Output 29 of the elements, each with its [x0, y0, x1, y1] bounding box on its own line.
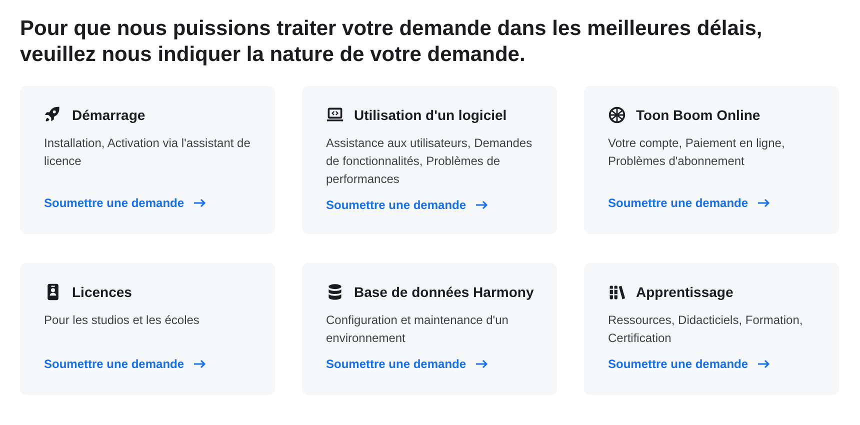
card-description: Assistance aux utilisateurs, Demandes de fonctionnalités, Problèmes de performances	[326, 135, 533, 188]
rocket-icon	[44, 106, 62, 124]
arrow-icon	[194, 359, 206, 369]
page-heading: Pour que nous puissions traiter votre demande dans les meilleures délais, veuillez nous indiquer la nature de votre demande.	[20, 16, 764, 68]
card-description: Ressources, Didacticiels, Formation, Certification	[608, 312, 804, 347]
arrow-icon	[194, 198, 206, 208]
card-description: Installation, Activation via l'assistant de licence	[44, 135, 251, 170]
submit-request-link[interactable]: Soumettre une demande	[608, 186, 770, 210]
card-title: Apprentissage	[636, 284, 734, 300]
books-icon	[608, 283, 626, 301]
arrow-icon	[476, 200, 488, 210]
card-description: Votre compte, Paiement en ligne, Problèmes d'abonnement	[608, 135, 786, 170]
laptop-icon	[326, 106, 344, 124]
database-icon	[326, 283, 344, 301]
card-title: Toon Boom Online	[636, 107, 760, 123]
card-description: Pour les studios et les écoles	[44, 312, 200, 329]
submit-request-link[interactable]: Soumettre une demande	[608, 347, 770, 371]
arrow-icon	[476, 359, 488, 369]
arrow-icon	[758, 198, 770, 208]
submit-request-link[interactable]: Soumettre une demande	[44, 186, 206, 210]
card-description: Configuration et maintenance d'un environnement	[326, 312, 510, 347]
arrow-icon	[758, 359, 770, 369]
submit-request-link[interactable]: Soumettre une demande	[44, 347, 206, 371]
submit-request-link[interactable]: Soumettre une demande	[326, 188, 488, 212]
card-title: Base de données Harmony	[354, 284, 534, 300]
card-title: Licences	[72, 284, 132, 300]
card-title: Démarrage	[72, 107, 146, 123]
submit-request-link[interactable]: Soumettre une demande	[326, 347, 488, 371]
card-title: Utilisation d'un logiciel	[354, 107, 507, 123]
